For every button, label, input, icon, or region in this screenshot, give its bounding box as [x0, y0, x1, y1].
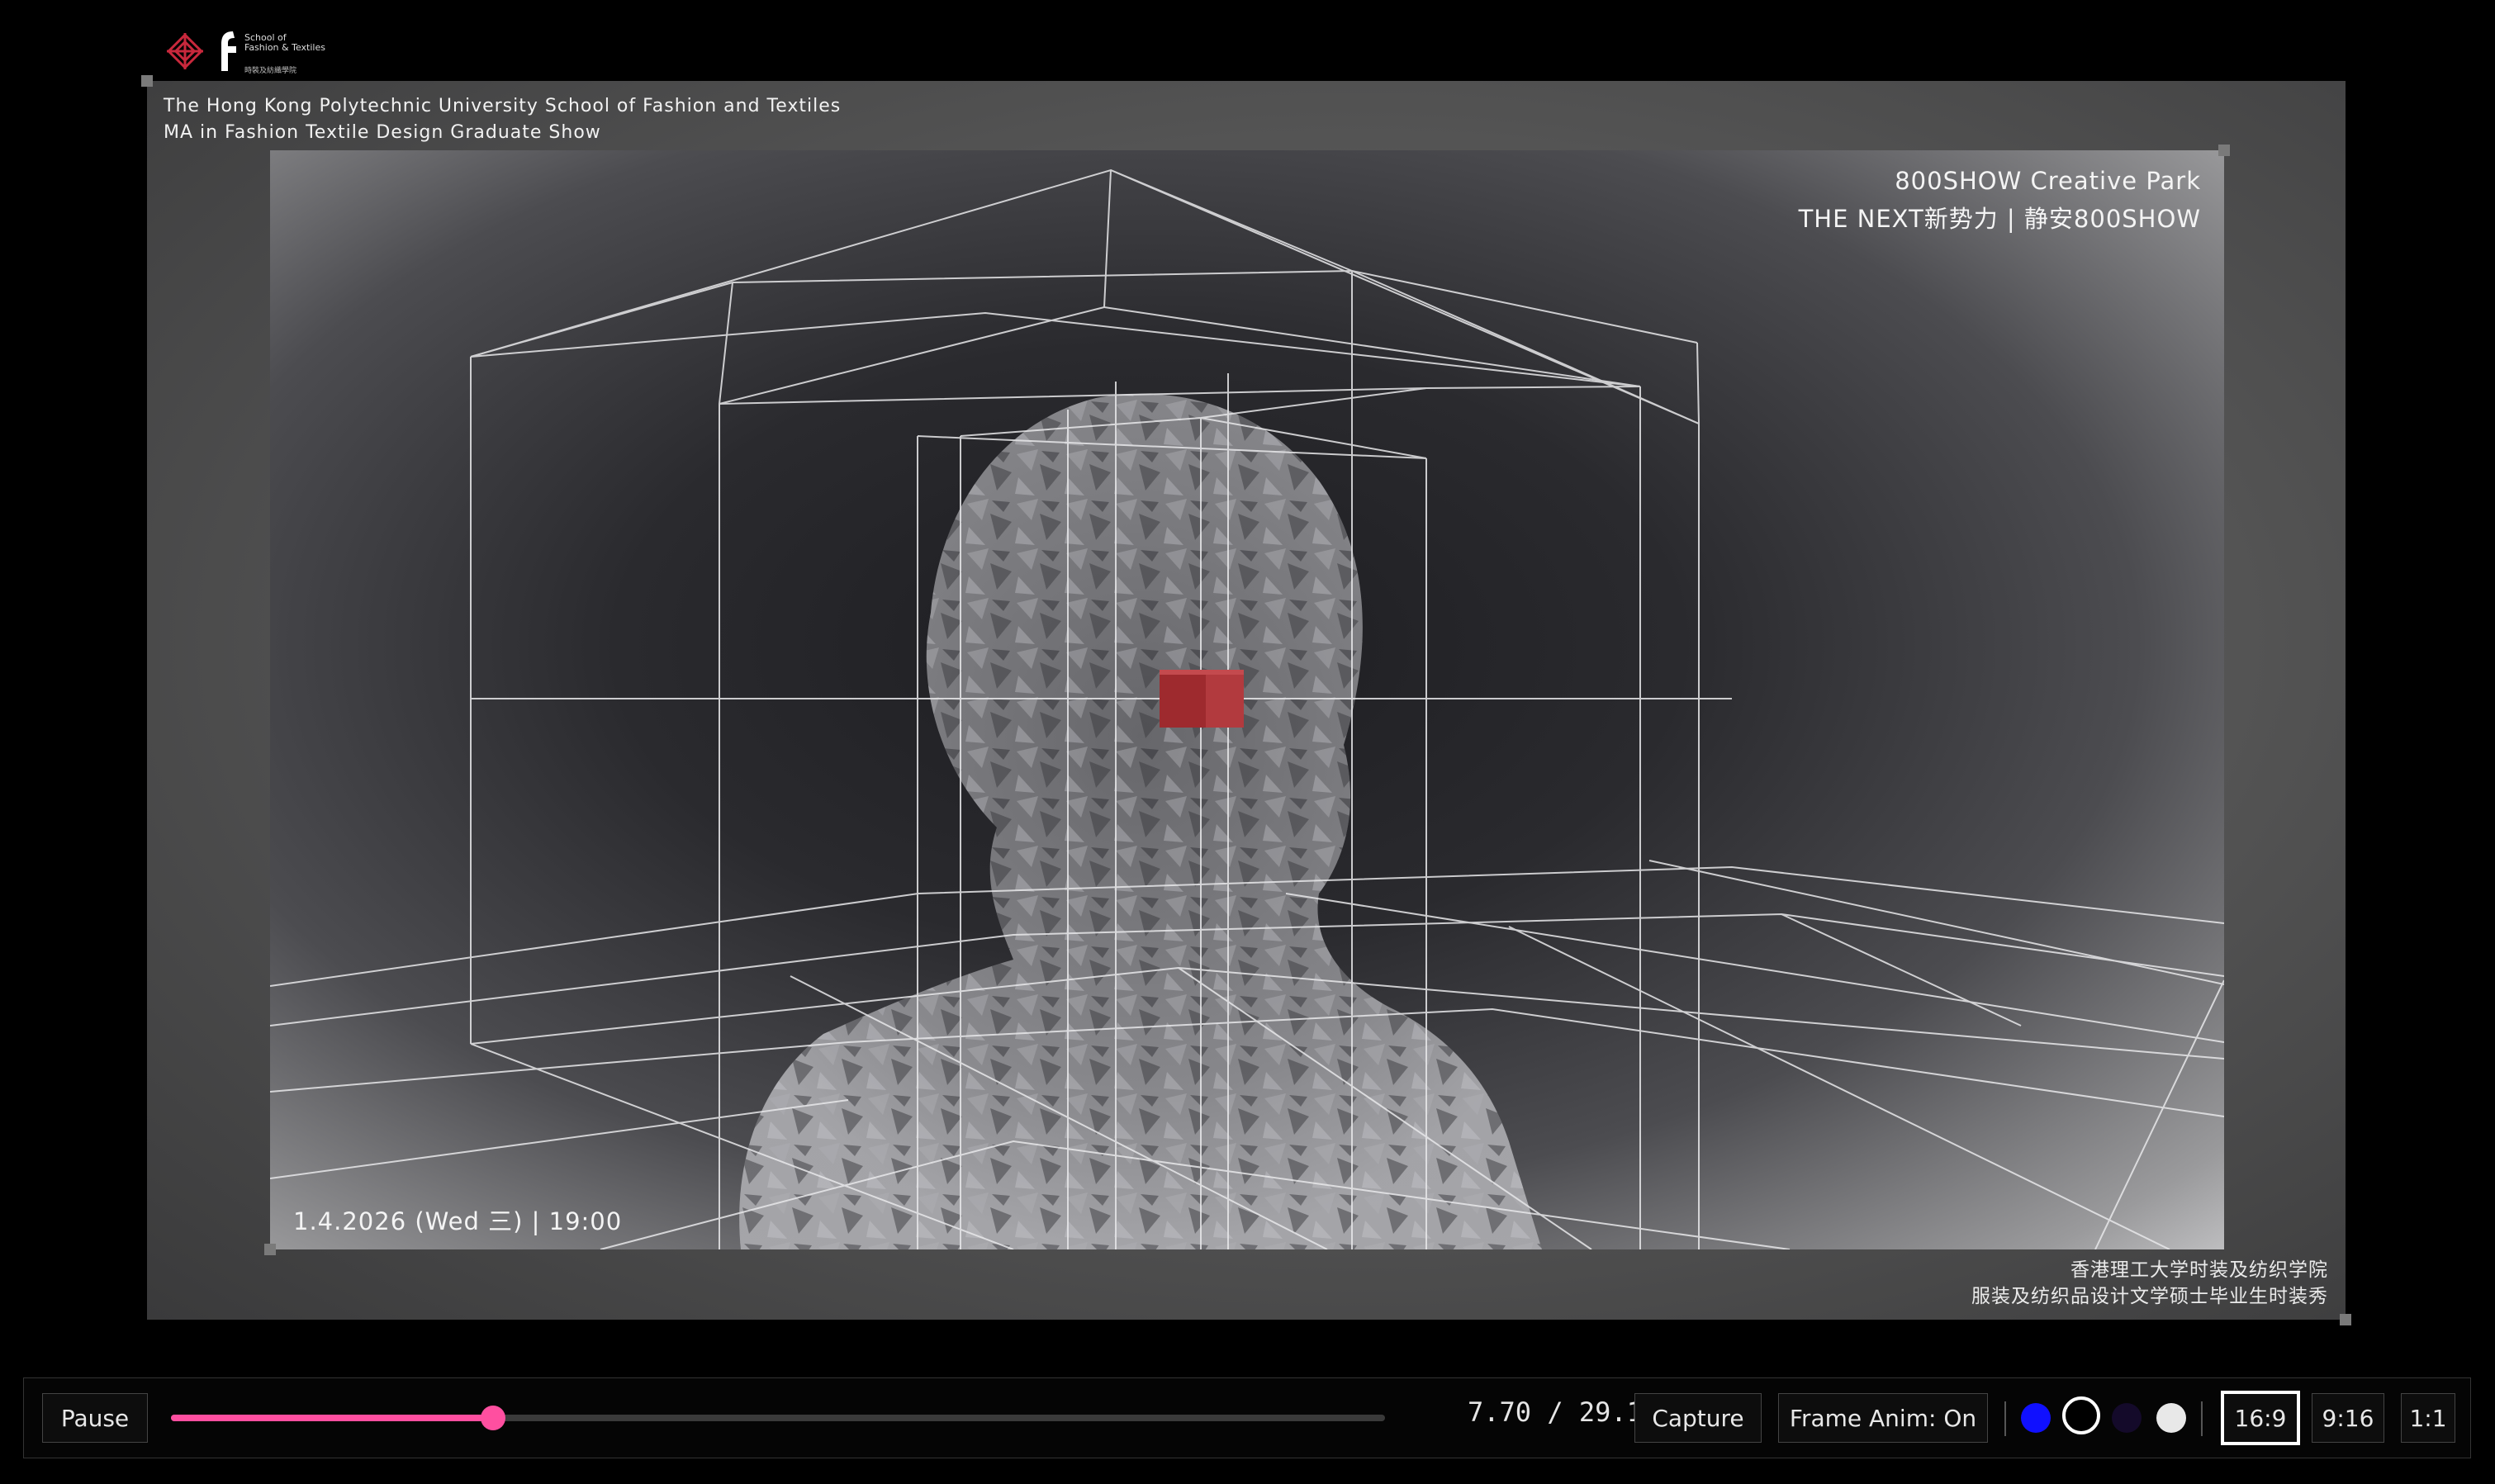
- swatch-black[interactable]: [2062, 1396, 2100, 1434]
- viewport-corner-tr: [2218, 145, 2230, 156]
- swatch-dark-purple[interactable]: [2112, 1403, 2142, 1433]
- school-logo: School of Fashion & Textiles 時裝及紡織學院: [162, 28, 344, 75]
- swatch-blue[interactable]: [2021, 1403, 2051, 1433]
- separator: [2004, 1401, 2006, 1436]
- timeline-progress: [171, 1415, 493, 1421]
- figure-bust: [739, 393, 1542, 1249]
- viewport-corner-bl: [264, 1244, 276, 1255]
- header-line-2: MA in Fashion Textile Design Graduate Sh…: [164, 122, 601, 143]
- ratio-9-16-button[interactable]: 9:16: [2312, 1393, 2384, 1443]
- polyu-logo-icon: [167, 33, 203, 69]
- ratio-1-1-button[interactable]: 1:1: [2401, 1393, 2455, 1443]
- venue-line-2: THE NEXT新势力 | 静安800SHOW: [1798, 205, 2201, 233]
- footer-cn-line-1: 香港理工大学时装及纺织学院: [2070, 1259, 2328, 1281]
- fashion-f-icon: [221, 31, 236, 71]
- scene-graphic: [270, 168, 2224, 1249]
- swatch-light-gray[interactable]: [2156, 1403, 2186, 1433]
- capture-button[interactable]: Capture: [1634, 1393, 1762, 1443]
- venue-line-1: 800SHOW Creative Park: [1895, 167, 2201, 195]
- show-date: 1.4.2026 (Wed 三) | 19:00: [293, 1207, 623, 1235]
- frame-anim-toggle[interactable]: Frame Anim: On: [1778, 1393, 1988, 1443]
- 3d-viewport[interactable]: 800SHOW Creative Park THE NEXT新势力 | 静安80…: [270, 150, 2224, 1249]
- logo-cn-text: 時裝及紡織學院: [244, 67, 297, 75]
- frame-corner-br: [2340, 1314, 2351, 1325]
- separator: [2201, 1401, 2203, 1436]
- red-cube[interactable]: [1160, 670, 1244, 728]
- header-line-1: The Hong Kong Polytechnic University Sch…: [164, 96, 842, 116]
- pause-button[interactable]: Pause: [42, 1393, 148, 1443]
- footer-cn-line-2: 服装及纺织品设计文学硕士毕业生时装秀: [1971, 1286, 2328, 1307]
- logo-text: School of Fashion & Textiles: [244, 32, 325, 53]
- frame-corner-tl: [141, 75, 153, 87]
- ratio-16-9-button[interactable]: 16:9: [2221, 1391, 2300, 1445]
- timeline-thumb[interactable]: [480, 1406, 505, 1430]
- control-bar: Pause 7.70 / 29.11s Capture Frame Anim: …: [23, 1377, 2471, 1458]
